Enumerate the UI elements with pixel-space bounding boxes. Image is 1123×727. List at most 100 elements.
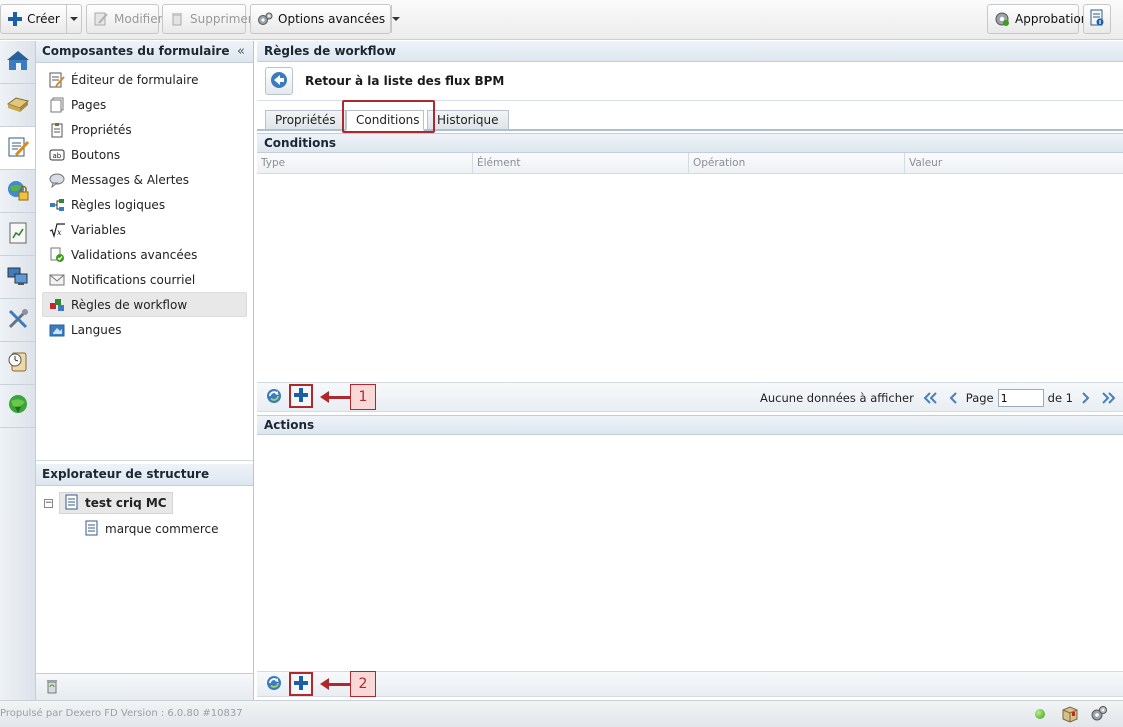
callout-badge-2: 2 [350, 671, 376, 697]
refresh-conditions-icon[interactable] [265, 387, 283, 408]
modify-button[interactable]: Modifier [86, 4, 163, 34]
component-item-buttons[interactable]: ab Boutons [42, 142, 247, 167]
component-item-form-editor[interactable]: Éditeur de formulaire [42, 67, 247, 92]
components-panel-title: Composantes du formulaire [42, 44, 230, 58]
rail-tools[interactable] [0, 299, 35, 342]
conditions-toolbar: 1 Aucune données à afficher Page de 1 [257, 382, 1123, 412]
languages-icon [49, 322, 65, 338]
add-action-button[interactable] [289, 672, 313, 696]
back-to-bpm-list-button[interactable] [265, 67, 293, 95]
approval-button-label: Approbation [1015, 12, 1089, 26]
component-item-properties[interactable]: Propriétés [42, 117, 247, 142]
component-item-languages[interactable]: Langues [42, 317, 247, 342]
next-page-icon[interactable] [1081, 391, 1091, 405]
component-item-label: Règles de workflow [71, 297, 188, 312]
pages-icon [49, 97, 65, 113]
column-header-value[interactable]: Valeur [905, 153, 1121, 173]
rail-storage[interactable] [0, 84, 35, 127]
rail-reports[interactable] [0, 213, 35, 256]
component-item-label: Messages & Alertes [71, 172, 190, 187]
drive-icon [6, 92, 30, 119]
rail-home[interactable] [0, 41, 35, 84]
email-icon [49, 272, 65, 288]
approval-gear-icon [994, 11, 1010, 27]
document-info-button[interactable] [1083, 4, 1111, 34]
tree-row-child: marque commerce [44, 516, 253, 542]
tree-node-child[interactable]: marque commerce [80, 518, 224, 540]
version-text: Propulsé par Dexero FD Version : 6.0.80 … [0, 708, 243, 719]
modify-button-label: Modifier [114, 12, 163, 26]
first-page-icon[interactable] [922, 391, 938, 405]
tools-icon [6, 307, 30, 334]
callout-arrow-1 [320, 391, 350, 403]
component-item-workflow-rules[interactable]: Règles de workflow [42, 292, 247, 317]
conditions-pager: Aucune données à afficher Page de 1 [760, 383, 1117, 413]
previous-page-icon[interactable] [948, 391, 958, 405]
delete-button[interactable]: Supprimer [162, 4, 253, 34]
rail-forms[interactable] [0, 127, 35, 170]
callout-badge-1: 1 [350, 384, 376, 410]
component-item-pages[interactable]: Pages [42, 92, 247, 117]
structure-explorer-header: Explorateur de structure [36, 464, 253, 486]
arrow-left-circle-icon [270, 71, 288, 92]
column-header-operation[interactable]: Opération [689, 153, 905, 173]
tab-strip: Propriétés Conditions Historique [257, 100, 1123, 133]
plus-icon [294, 387, 308, 405]
tree-node-root[interactable]: test criq MC [59, 492, 173, 514]
actions-section-header: Actions [257, 415, 1123, 435]
rail-network[interactable] [0, 256, 35, 299]
collapse-panel-button[interactable]: « [237, 41, 245, 62]
trash-icon [169, 11, 185, 27]
tab-properties[interactable]: Propriétés [265, 110, 346, 131]
page-number-input[interactable] [997, 389, 1044, 407]
component-item-label: Validations avancées [71, 247, 198, 262]
advanced-options-button[interactable]: Options avancées [250, 4, 401, 34]
component-item-email-notifications[interactable]: Notifications courriel [42, 267, 247, 292]
status-bar: Propulsé par Dexero FD Version : 6.0.80 … [0, 700, 1123, 727]
form-edit-icon [6, 135, 30, 162]
rail-scheduler[interactable] [0, 342, 35, 385]
advanced-options-label: Options avancées [278, 12, 386, 26]
home-icon [6, 49, 30, 76]
last-page-icon[interactable] [1101, 391, 1117, 405]
component-item-validations[interactable]: Validations avancées [42, 242, 247, 267]
actions-toolbar: 2 [257, 671, 1123, 697]
conditions-tab-highlight [342, 100, 435, 133]
add-condition-button[interactable] [289, 384, 313, 408]
tree-root-label: test criq MC [85, 496, 167, 510]
chevron-down-icon [69, 17, 78, 21]
rail-security[interactable] [0, 170, 35, 213]
tab-history[interactable]: Historique [427, 110, 509, 131]
page-title: Règles de workflow [257, 41, 1123, 62]
create-button-label: Créer [27, 12, 60, 26]
advanced-options-dropdown-toggle[interactable] [391, 5, 401, 33]
component-item-variables[interactable]: x Variables [42, 217, 247, 242]
create-button[interactable]: Créer [0, 4, 82, 34]
tree-collapse-toggle[interactable]: − [44, 498, 53, 508]
components-panel-header: Composantes du formulaire « [36, 41, 253, 63]
buttons-icon: ab [49, 147, 65, 163]
connection-status-icon [1035, 709, 1045, 719]
back-to-bpm-list-label[interactable]: Retour à la liste des flux BPM [305, 74, 504, 88]
component-item-label: Variables [71, 222, 126, 237]
recycle-bin-icon[interactable] [44, 678, 60, 697]
approval-button[interactable]: Approbation [987, 4, 1088, 34]
component-item-messages[interactable]: Messages & Alertes [42, 167, 247, 192]
refresh-actions-icon[interactable] [265, 674, 283, 695]
callout-arrow-2 [320, 678, 350, 690]
settings-gears-icon[interactable] [1090, 705, 1108, 726]
plus-icon [294, 675, 308, 693]
top-toolbar: Créer Modifier Supprimer Options avancée… [0, 0, 1123, 40]
conditions-section-header: Conditions [257, 133, 1123, 153]
column-header-element[interactable]: Élément [473, 153, 689, 173]
module-rail [0, 41, 36, 700]
create-dropdown-toggle[interactable] [65, 5, 81, 33]
column-header-type[interactable]: Type [257, 153, 473, 173]
delete-button-label: Supprimer [190, 12, 253, 26]
pager-empty-text: Aucune données à afficher [760, 391, 914, 405]
form-editor-icon [49, 72, 65, 88]
scroll-clock-icon [6, 350, 30, 377]
component-item-logic-rules[interactable]: Règles logiques [42, 192, 247, 217]
package-icon[interactable] [1061, 705, 1079, 726]
rail-web[interactable] [0, 385, 35, 428]
